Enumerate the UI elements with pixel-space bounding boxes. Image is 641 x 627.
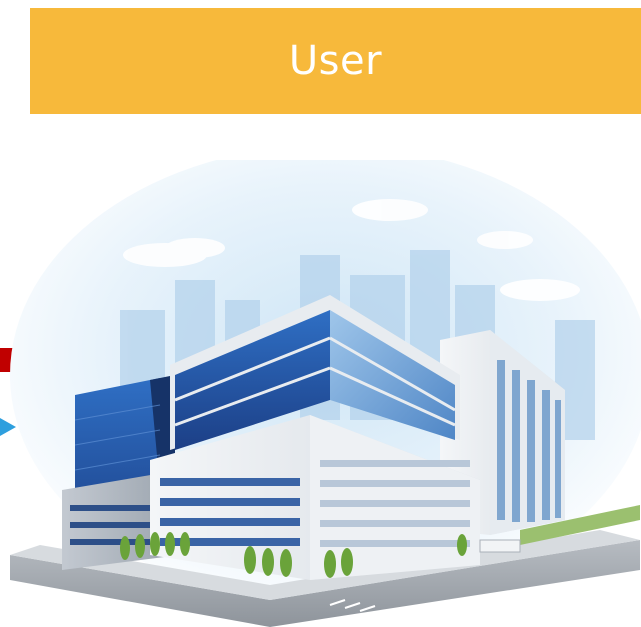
title-text: User bbox=[288, 38, 383, 84]
title-banner: User bbox=[30, 8, 641, 114]
signboard bbox=[479, 539, 521, 553]
office-building-icon bbox=[10, 160, 641, 627]
